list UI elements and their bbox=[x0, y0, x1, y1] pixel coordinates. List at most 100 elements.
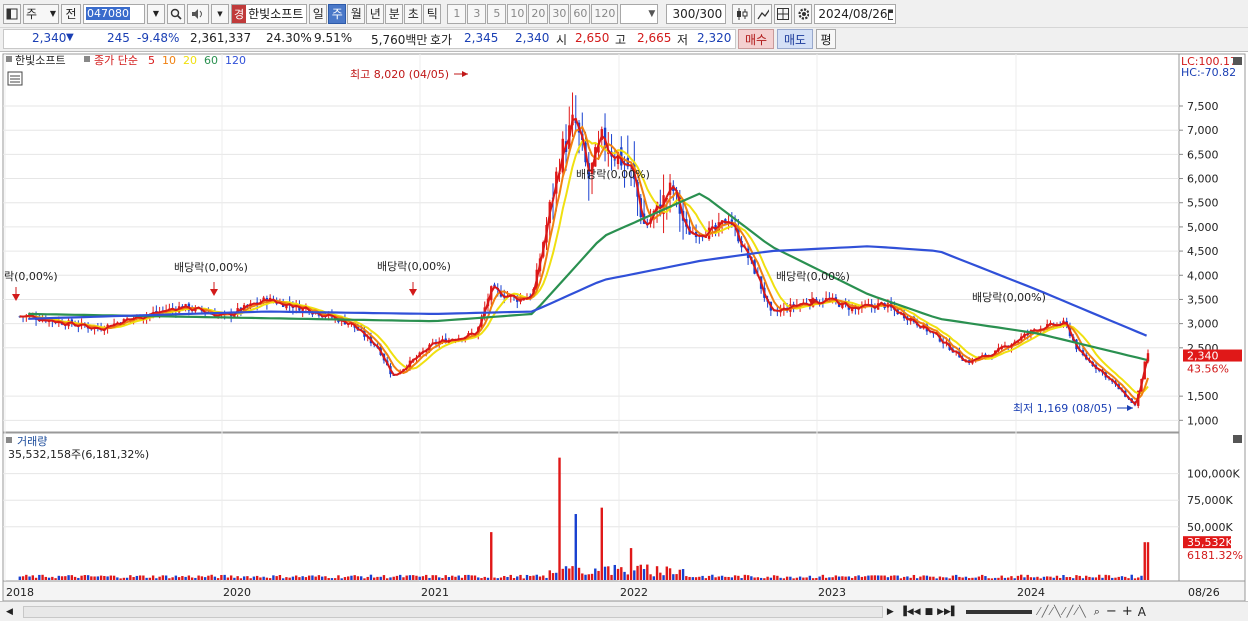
legend-marker bbox=[84, 56, 90, 62]
interval-button[interactable]: 60 bbox=[570, 3, 591, 24]
price-tick-label: 6,500 bbox=[1187, 148, 1219, 161]
chart-area[interactable]: 최고 8,020 (04/05) 최저 1,169 (08/05) 락(0,00%)… bbox=[0, 51, 1248, 602]
stock-name-field[interactable]: 경 한빛소프트 bbox=[231, 3, 308, 24]
scroll-right-icon[interactable]: ▶ bbox=[887, 607, 894, 617]
period-tab[interactable]: 월 bbox=[347, 3, 366, 24]
volume-bar bbox=[499, 577, 503, 580]
interval-button[interactable]: 1 bbox=[447, 3, 467, 24]
average-button[interactable]: 평 bbox=[816, 29, 836, 49]
volume-bar bbox=[223, 574, 226, 580]
volume-bar bbox=[642, 569, 646, 580]
current-volume-tag-text: 35,532K bbox=[1187, 536, 1233, 549]
volume-ratio: 24.30% bbox=[266, 31, 312, 45]
stop-icon[interactable]: ■ bbox=[925, 607, 934, 617]
volume-bar bbox=[701, 575, 704, 580]
volume-bar bbox=[444, 575, 447, 580]
volume-bar bbox=[847, 576, 851, 580]
settings-button[interactable] bbox=[794, 3, 813, 24]
volume-bar bbox=[912, 574, 916, 580]
volume-bar bbox=[99, 575, 103, 580]
candle-type-button[interactable] bbox=[732, 3, 753, 24]
volume-bar bbox=[724, 576, 727, 580]
interval-button[interactable]: 10 bbox=[507, 3, 528, 24]
volume-bar bbox=[821, 574, 825, 580]
chart-window: 주 ▼ 전 047080 ▼ ▼ 경 한빛소프트 일주월년분초틱 1 3 5 10 20… bbox=[0, 0, 1248, 621]
period-tab[interactable]: 일 bbox=[309, 3, 328, 24]
last-page-icon[interactable]: ▶▶▌ bbox=[937, 607, 958, 617]
period-tab[interactable]: 틱 bbox=[423, 3, 442, 24]
sound-dropdown-button[interactable]: ▼ bbox=[211, 3, 229, 24]
zoom-in-icon[interactable]: + bbox=[1122, 604, 1133, 619]
volume-bar bbox=[854, 576, 857, 580]
volume-bar bbox=[655, 566, 659, 580]
interval-button[interactable]: 3 bbox=[467, 3, 487, 24]
price-tick-label: 7,500 bbox=[1187, 100, 1219, 113]
interval-button[interactable]: 20 bbox=[528, 3, 549, 24]
date-field[interactable]: 2024/08/26 bbox=[814, 3, 897, 24]
period-tab[interactable]: 년 bbox=[366, 3, 385, 24]
price-change: 245 bbox=[107, 31, 130, 45]
period-tab[interactable]: 분 bbox=[385, 3, 404, 24]
zoom-out-icon[interactable]: − bbox=[1106, 604, 1117, 619]
time-tick-label: 2020 bbox=[223, 586, 251, 599]
volume-bar bbox=[262, 576, 265, 580]
interval-button[interactable]: 5 bbox=[487, 3, 507, 24]
first-page-icon[interactable]: ▐◀◀ bbox=[900, 607, 921, 617]
interval-button[interactable]: 30 bbox=[549, 3, 570, 24]
volume-summary: 35,532,158주(6,181,32%) bbox=[8, 448, 149, 461]
volume-bar bbox=[964, 576, 968, 580]
volume-bar bbox=[977, 576, 981, 580]
price-tick-label: 6,000 bbox=[1187, 173, 1219, 186]
volume-bar bbox=[451, 575, 454, 580]
volume-bar bbox=[587, 574, 590, 580]
scroll-track[interactable] bbox=[22, 605, 883, 618]
sound-button[interactable] bbox=[187, 3, 209, 24]
period-tab[interactable]: 주 bbox=[328, 3, 347, 24]
panel-close-button[interactable] bbox=[1233, 435, 1242, 443]
volume-bar bbox=[386, 578, 389, 580]
interval-button[interactable]: 120 bbox=[591, 3, 619, 24]
volume-bar bbox=[132, 577, 135, 580]
stock-chart[interactable]: 최고 8,020 (04/05) 최저 1,169 (08/05) 락(0,00%)… bbox=[0, 52, 1248, 602]
scroll-left-icon[interactable]: ◀ bbox=[6, 607, 13, 617]
volume-bar bbox=[688, 576, 691, 580]
volume-bar bbox=[529, 575, 532, 580]
volume-bar bbox=[756, 577, 760, 580]
prev-button[interactable]: 전 bbox=[61, 3, 81, 24]
volume-bar bbox=[636, 565, 639, 580]
volume-bar bbox=[857, 575, 860, 580]
volume-bar bbox=[77, 577, 80, 580]
buy-button[interactable]: 매수 bbox=[738, 29, 774, 49]
drawing-tools-icon[interactable]: ⁄╱⁄╲⁄╱⁄╲ bbox=[1038, 605, 1088, 618]
time-tick-label: 2018 bbox=[6, 586, 34, 599]
volume-bar bbox=[454, 576, 457, 580]
volume-bar bbox=[239, 578, 243, 580]
zoom-search-icon[interactable]: ⌕ bbox=[1094, 605, 1100, 619]
volume-bar bbox=[145, 577, 148, 580]
stock-type-label: 주 bbox=[26, 7, 38, 21]
volume-bar bbox=[298, 577, 301, 580]
legend-marker bbox=[6, 437, 12, 443]
stock-type-select[interactable]: 주 ▼ bbox=[23, 3, 59, 24]
search-button[interactable] bbox=[167, 3, 185, 24]
volume-bar bbox=[538, 576, 542, 580]
volume-bar bbox=[626, 574, 629, 580]
panel-close-button[interactable] bbox=[1233, 57, 1242, 65]
zoom-track[interactable] bbox=[965, 609, 1032, 614]
data-count-field[interactable]: 300/300 bbox=[666, 3, 727, 24]
calculator-button[interactable] bbox=[7, 71, 23, 86]
window-menu-icon[interactable] bbox=[3, 3, 21, 24]
sell-button[interactable]: 매도 bbox=[777, 29, 813, 49]
volume-bar bbox=[229, 575, 233, 580]
volume-bar bbox=[1085, 575, 1088, 580]
period-tab[interactable]: 초 bbox=[404, 3, 423, 24]
interval-select[interactable]: ▼ bbox=[620, 3, 659, 24]
draw-line-button[interactable] bbox=[754, 3, 773, 24]
code-dropdown-button[interactable]: ▼ bbox=[147, 3, 165, 24]
stock-code-input[interactable]: 047080 bbox=[83, 3, 145, 24]
volume-bar bbox=[64, 576, 67, 580]
font-size-icon[interactable]: A bbox=[1138, 605, 1146, 619]
window-icon bbox=[6, 8, 18, 19]
grid-button[interactable] bbox=[774, 3, 793, 24]
volume-bar bbox=[919, 576, 922, 580]
